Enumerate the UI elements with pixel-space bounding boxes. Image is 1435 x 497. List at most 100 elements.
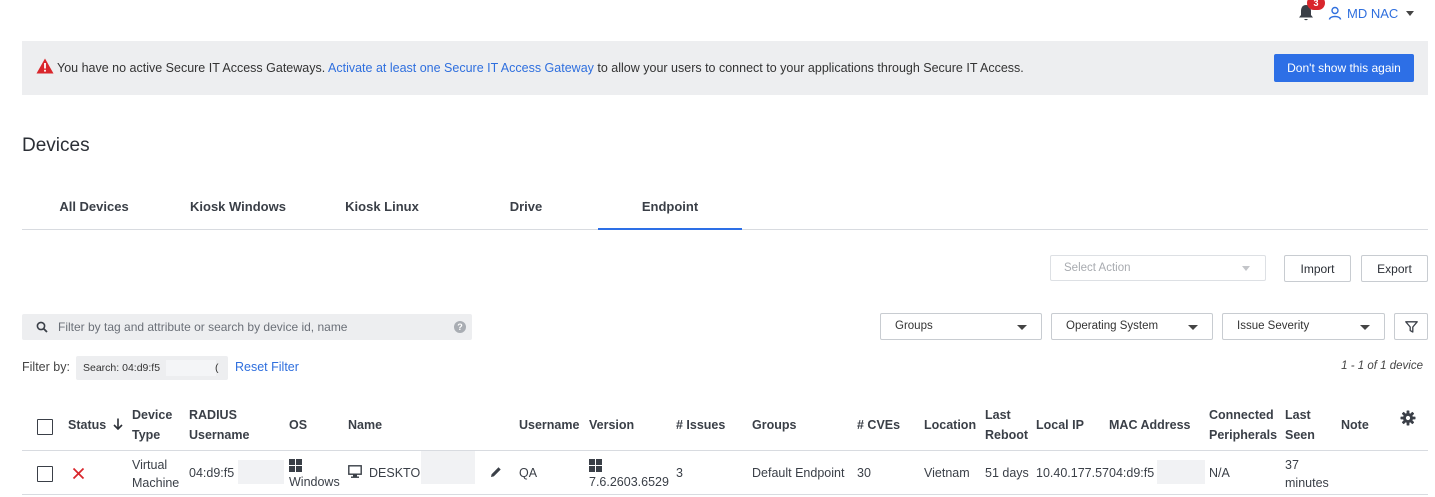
cell-device-type-line1: Virtual: [132, 458, 168, 472]
os-dropdown-label: Operating System: [1066, 320, 1159, 332]
column-version[interactable]: Version: [589, 415, 634, 435]
column-peripherals-line2: Peripherals: [1209, 428, 1278, 442]
tab-kiosk-linux[interactable]: Kiosk Linux: [310, 190, 454, 230]
column-radius-line1: RADIUS: [189, 408, 237, 422]
reset-filter-link[interactable]: Reset Filter: [235, 360, 299, 374]
chevron-down-icon: [1406, 10, 1415, 16]
cell-mac-address: 04:d9:f5: [1109, 466, 1155, 480]
banner-message: You have no active Secure IT Access Gate…: [57, 61, 1024, 75]
import-button[interactable]: Import: [1284, 255, 1351, 282]
gear-icon[interactable]: [1400, 410, 1416, 426]
column-cves[interactable]: # CVEs: [857, 415, 900, 435]
active-filter-chip[interactable]: Search: 04:d9:f5 (: [76, 356, 228, 380]
column-status-label: Status: [68, 418, 107, 432]
tab-all-devices[interactable]: All Devices: [22, 190, 166, 230]
result-count: 1 - 1 of 1 device: [1341, 360, 1423, 372]
column-peripherals-line1: Connected: [1209, 408, 1274, 422]
notification-badge: 3: [1307, 0, 1325, 10]
column-status[interactable]: Status: [68, 415, 123, 435]
column-connected-peripherals[interactable]: Connected Peripherals: [1209, 405, 1277, 445]
column-issues[interactable]: # Issues: [676, 415, 725, 435]
row-divider: [22, 494, 1428, 495]
sort-arrow-down-icon: [113, 418, 123, 431]
column-radius-line2: Username: [189, 428, 250, 442]
user-name: MD NAC: [1347, 5, 1399, 21]
chevron-down-icon: [1360, 325, 1370, 330]
column-groups[interactable]: Groups: [752, 415, 796, 435]
row-checkbox[interactable]: [37, 466, 53, 482]
redacted-value: [1157, 460, 1205, 484]
cell-os: Windows: [289, 475, 340, 489]
column-last-reboot-line2: Reboot: [985, 428, 1029, 442]
user-icon: [1328, 6, 1342, 20]
edit-pencil-icon[interactable]: [490, 466, 502, 478]
help-icon[interactable]: ?: [454, 321, 466, 333]
column-note[interactable]: Note: [1341, 415, 1369, 435]
filter-button[interactable]: [1394, 313, 1428, 340]
select-all-checkbox[interactable]: [37, 419, 53, 435]
chevron-down-icon: [1242, 266, 1250, 271]
export-button[interactable]: Export: [1361, 255, 1428, 282]
top-bar: 3 MD NAC: [0, 0, 1435, 28]
column-mac-address[interactable]: MAC Address: [1109, 415, 1191, 435]
windows-icon: [289, 459, 302, 472]
gateway-warning-banner: You have no active Secure IT Access Gate…: [22, 41, 1428, 95]
cell-device-name[interactable]: DESKTOP: [369, 464, 429, 482]
column-username[interactable]: Username: [519, 415, 579, 435]
operating-system-dropdown[interactable]: Operating System: [1051, 313, 1213, 340]
cell-last-seen-line1: 37: [1285, 458, 1299, 472]
device-tabs: All Devices Kiosk Windows Kiosk Linux Dr…: [22, 190, 1428, 230]
warning-icon: [36, 58, 54, 74]
desktop-icon: [348, 465, 362, 478]
select-action-dropdown[interactable]: Select Action: [1050, 255, 1266, 281]
cell-device-type: Virtual Machine: [132, 456, 179, 492]
tab-drive[interactable]: Drive: [454, 190, 598, 230]
cell-device-type-line2: Machine: [132, 476, 180, 490]
cell-last-seen-line2: minutes: [1285, 476, 1329, 490]
groups-dropdown-label: Groups: [895, 320, 933, 332]
column-device-type-line1: Device: [132, 408, 173, 422]
filter-chip-tail: (: [215, 362, 219, 374]
column-radius-username[interactable]: RADIUS Username: [189, 405, 249, 445]
select-action-placeholder: Select Action: [1064, 262, 1131, 274]
tab-endpoint[interactable]: Endpoint: [598, 190, 742, 230]
filter-by-label: Filter by:: [22, 360, 70, 374]
column-os[interactable]: OS: [289, 415, 307, 435]
user-menu[interactable]: MD NAC: [1328, 4, 1415, 22]
cell-issues: 3: [676, 466, 683, 480]
cell-local-ip: 10.40.177.57: [1036, 466, 1109, 480]
column-name[interactable]: Name: [348, 415, 382, 435]
column-last-seen-line1: Last: [1285, 408, 1311, 422]
device-search: ?: [22, 314, 472, 340]
tab-kiosk-windows[interactable]: Kiosk Windows: [166, 190, 310, 230]
cell-location: Vietnam: [924, 466, 970, 480]
column-local-ip[interactable]: Local IP: [1036, 415, 1084, 435]
groups-dropdown[interactable]: Groups: [880, 313, 1042, 340]
severity-dropdown-label: Issue Severity: [1237, 320, 1310, 332]
redacted-value: [421, 451, 475, 484]
column-device-type[interactable]: Device Type: [132, 405, 172, 445]
chevron-down-icon: [1188, 325, 1198, 330]
search-input[interactable]: [58, 314, 448, 340]
redacted-value: [238, 460, 284, 484]
filter-icon: [1405, 321, 1418, 333]
column-last-reboot[interactable]: Last Reboot: [985, 405, 1028, 445]
page-title: Devices: [22, 135, 90, 156]
banner-text-before: You have no active Secure IT Access Gate…: [57, 61, 326, 75]
column-last-reboot-line1: Last: [985, 408, 1011, 422]
cell-connected-peripherals: N/A: [1209, 466, 1230, 480]
search-icon: [36, 321, 48, 333]
cell-last-reboot: 51 days: [985, 466, 1029, 480]
header-divider: [22, 450, 1428, 451]
dont-show-again-button[interactable]: Don't show this again: [1274, 54, 1414, 82]
column-location[interactable]: Location: [924, 415, 976, 435]
status-error-icon: [72, 467, 85, 480]
issue-severity-dropdown[interactable]: Issue Severity: [1222, 313, 1385, 340]
activate-gateway-link[interactable]: Activate at least one Secure IT Access G…: [328, 61, 594, 75]
filter-chip-text: Search: 04:d9:f5: [83, 362, 161, 374]
column-last-seen-line2: Seen: [1285, 428, 1315, 442]
column-last-seen[interactable]: Last Seen: [1285, 405, 1315, 445]
cell-radius-username: 04:d9:f5: [189, 466, 235, 480]
cell-cves: 30: [857, 466, 871, 480]
cell-version: 7.6.2603.6529: [589, 475, 669, 489]
